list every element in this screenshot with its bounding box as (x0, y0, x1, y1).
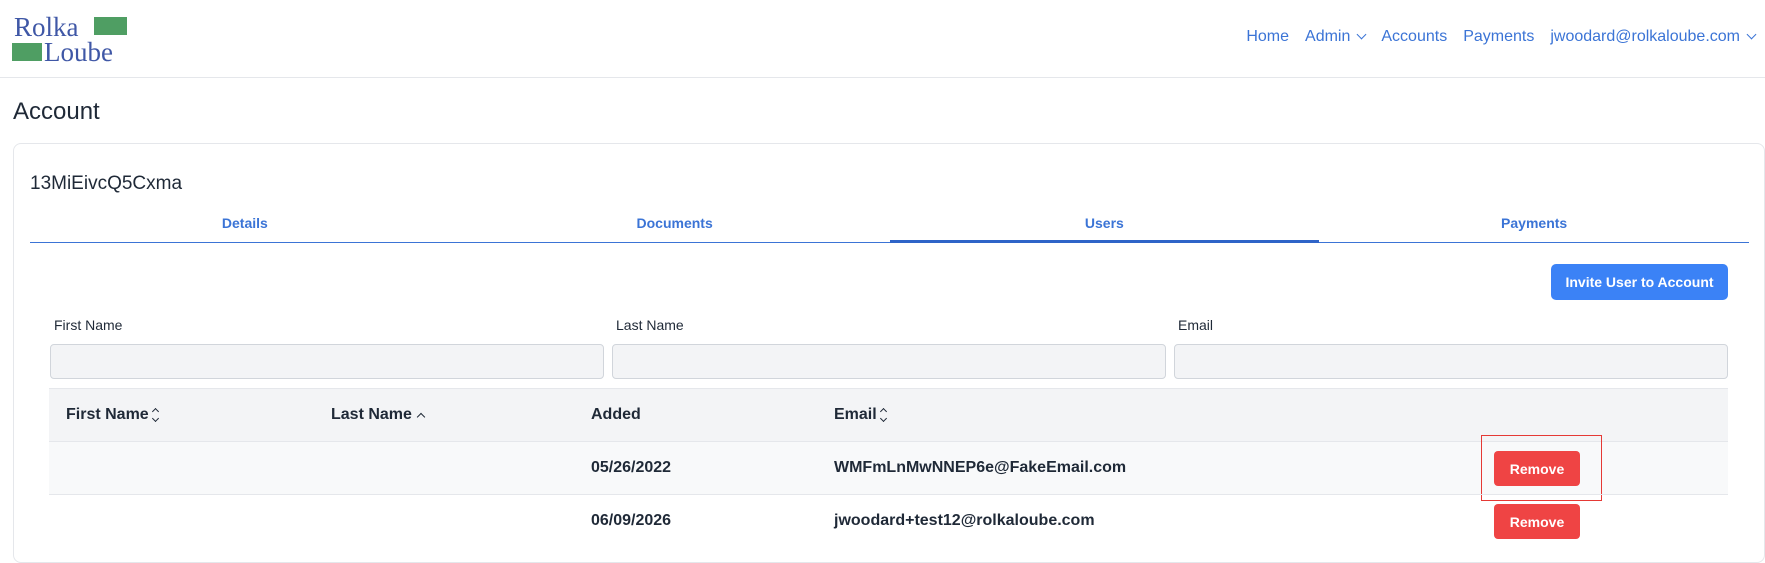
column-header-added-label: Added (591, 406, 641, 423)
sort-icon (879, 407, 887, 423)
column-header-first-name-label: First Name (66, 406, 149, 423)
column-header-first-name[interactable]: First Name (66, 406, 159, 424)
tab-details[interactable]: Details (30, 210, 460, 242)
column-header-last-name-label: Last Name (331, 406, 412, 423)
last-name-filter-input[interactable] (612, 344, 1166, 379)
invite-user-button[interactable]: Invite User to Account (1551, 264, 1728, 300)
chevron-down-icon (1746, 29, 1757, 40)
cell-email: jwoodard+test12@rolkaloube.com (834, 512, 1095, 529)
logo-block-top (94, 17, 127, 35)
nav-home-label: Home (1246, 28, 1290, 45)
nav-admin-label: Admin (1305, 28, 1351, 45)
filter-first-name-label: First Name (54, 317, 123, 333)
account-tabs: Details Documents Users Payments (30, 210, 1749, 243)
page-title: Account (13, 98, 100, 125)
cell-added: 06/09/2026 (591, 512, 672, 529)
nav-accounts-label: Accounts (1381, 28, 1448, 45)
sort-icon (151, 407, 159, 423)
filter-email-label: Email (1178, 317, 1214, 333)
filter-last-name-label: Last Name (616, 317, 684, 333)
top-navbar: Rolka Loube Home Admin Accounts Payments… (0, 0, 1765, 78)
users-table: First Name Last Name Added Email 05/26/2… (49, 388, 1728, 547)
table-row: 06/09/2026 jwoodard+test12@rolkaloube.co… (49, 494, 1728, 547)
table-row: 05/26/2022 WMFmLnMwNNEP6e@FakeEmail.com … (49, 435, 1728, 501)
column-header-email-label: Email (834, 406, 877, 423)
cell-email: WMFmLnMwNNEP6e@FakeEmail.com (834, 459, 1127, 476)
chevron-down-icon (1356, 29, 1367, 40)
main-nav: Home Admin Accounts Payments jwoodard@ro… (1238, 24, 1763, 50)
table-header: First Name Last Name Added Email (49, 388, 1728, 441)
remove-user-button[interactable]: Remove (1494, 504, 1580, 539)
sort-ascending-icon (416, 412, 426, 422)
tab-payments[interactable]: Payments (1319, 210, 1749, 242)
column-header-email[interactable]: Email (834, 406, 887, 424)
nav-admin-dropdown[interactable]: Admin (1297, 28, 1373, 46)
column-header-added: Added (591, 406, 641, 424)
remove-user-button[interactable]: Remove (1494, 451, 1580, 486)
nav-accounts[interactable]: Accounts (1373, 28, 1455, 46)
email-filter-input[interactable] (1174, 344, 1728, 379)
nav-payments-label: Payments (1463, 28, 1535, 45)
nav-user-label: jwoodard@rolkaloube.com (1550, 28, 1740, 45)
cell-added: 05/26/2022 (591, 459, 672, 476)
column-header-last-name[interactable]: Last Name (331, 406, 426, 424)
nav-payments[interactable]: Payments (1455, 28, 1542, 46)
nav-home[interactable]: Home (1238, 28, 1297, 46)
logo-block-bottom (12, 43, 42, 61)
first-name-filter-input[interactable] (50, 344, 604, 379)
nav-user-dropdown[interactable]: jwoodard@rolkaloube.com (1542, 28, 1763, 46)
rolka-loube-logo[interactable]: Rolka Loube (12, 12, 127, 66)
logo-word-loube: Loube (44, 37, 113, 67)
tab-documents[interactable]: Documents (460, 210, 890, 242)
tab-users[interactable]: Users (889, 210, 1320, 243)
account-id: 13MiEivcQ5Cxma (30, 173, 183, 194)
